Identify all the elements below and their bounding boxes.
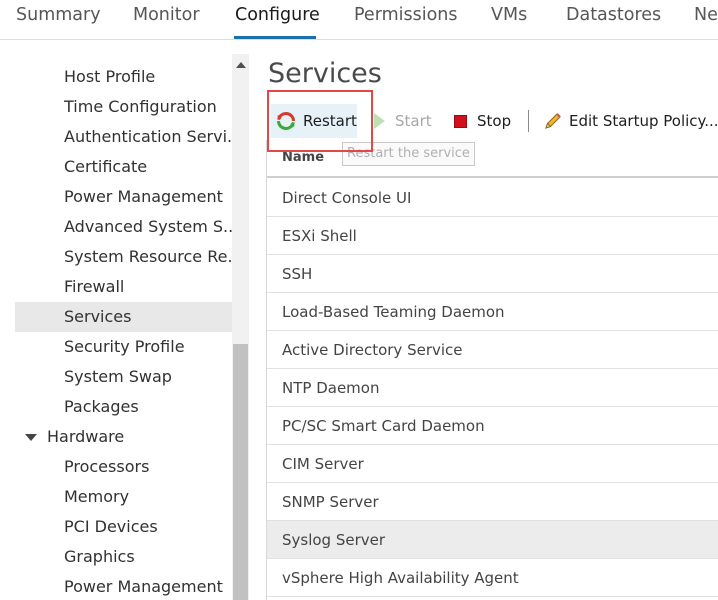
tab-summary[interactable]: Summary [16,5,101,25]
tab-configure[interactable]: Configure [235,5,320,25]
sidebar-item-label: Host Profile [64,67,156,86]
sidebar-item-label: Power Management [64,187,223,206]
scroll-up-arrow-icon[interactable] [236,62,246,68]
sidebar-item-label: Time Configuration [64,97,217,116]
start-button[interactable]: Start [374,104,432,138]
sidebar-item-processors[interactable]: Processors [15,452,232,482]
sidebar-item-authentication-services[interactable]: Authentication Servi... [15,122,232,152]
sidebar-item-label: System Swap [64,367,172,386]
sidebar-item-label: Power Management [64,577,223,596]
column-header-name[interactable]: Name [282,150,324,165]
table-row-selected[interactable]: Syslog Server [267,521,718,559]
sidebar-item-security-profile[interactable]: Security Profile [15,332,232,362]
sidebar-item-label: Firewall [64,277,125,296]
tab-networks[interactable]: Ne [694,5,718,25]
sidebar-item-firewall[interactable]: Firewall [15,272,232,302]
sidebar-item-label: Security Profile [64,337,185,356]
service-name: CIM Server [282,455,364,473]
sidebar-item-label: Advanced System S... [64,217,232,236]
sidebar-item-memory[interactable]: Memory [15,482,232,512]
sidebar-item-label: Certificate [64,157,148,176]
tab-datastores[interactable]: Datastores [566,5,661,25]
top-tab-bar: Summary Monitor Configure Permissions VM… [0,0,718,40]
service-name: ESXi Shell [282,227,357,245]
sidebar-item-label: Graphics [64,547,135,566]
sidebar-item-graphics[interactable]: Graphics [15,542,232,572]
sidebar-item-hardware-power-management[interactable]: Power Management [15,572,232,600]
sidebar-item-label: Services [64,307,132,326]
configure-sidebar: Host Profile Time Configuration Authenti… [15,54,249,600]
tab-vms[interactable]: VMs [491,5,527,25]
sidebar-group-label: Hardware [47,427,125,446]
sidebar-group-hardware[interactable]: Hardware [15,422,232,452]
active-tab-indicator [234,36,316,39]
table-row[interactable]: Active Directory Service [267,331,718,369]
sidebar-item-label: Packages [64,397,139,416]
caret-down-icon[interactable] [25,434,37,441]
sidebar-item-certificate[interactable]: Certificate [15,152,232,182]
sidebar-item-host-profile[interactable]: Host Profile [15,62,232,92]
sidebar-item-packages[interactable]: Packages [15,392,232,422]
table-row[interactable]: NTP Daemon [267,369,718,407]
service-name: SNMP Server [282,493,379,511]
tab-permissions[interactable]: Permissions [354,5,458,25]
stop-button[interactable]: Stop [454,104,511,138]
stop-label: Stop [477,112,512,130]
scrollbar-thumb[interactable] [233,344,248,600]
table-row[interactable]: Direct Console UI [267,179,718,217]
start-label: Start [395,112,432,130]
restart-highlight-annotation [267,90,373,152]
page-title: Services [268,58,382,89]
stop-icon [454,114,467,128]
table-row[interactable]: SSH [267,255,718,293]
sidebar-item-label: Processors [64,457,150,476]
pencil-icon [545,113,561,129]
sidebar-item-label: Memory [64,487,130,506]
sidebar-item-pci-devices[interactable]: PCI Devices [15,512,232,542]
sidebar-scrollbar[interactable] [232,54,249,600]
sidebar-item-time-configuration[interactable]: Time Configuration [15,92,232,122]
sidebar-item-label: Authentication Servi... [64,127,232,146]
edit-startup-policy-button[interactable]: Edit Startup Policy... [543,104,718,138]
sidebar-item-label: PCI Devices [64,517,158,536]
service-name: Syslog Server [282,531,386,549]
toolbar-divider [528,110,529,132]
table-row[interactable]: SNMP Server [267,483,718,521]
service-name: vSphere High Availability Agent [282,569,519,587]
sidebar-item-system-resource-reservation[interactable]: System Resource Re... [15,242,232,272]
service-name: Load-Based Teaming Daemon [282,303,505,321]
services-table: Name Restart the service Direct Console … [266,140,718,600]
service-name: PC/SC Smart Card Daemon [282,417,485,435]
table-row[interactable]: vSphere High Availability Agent [267,559,718,597]
play-icon [374,113,385,129]
sidebar-item-label: System Resource Re... [64,247,232,266]
sidebar-item-advanced-system-settings[interactable]: Advanced System S... [15,212,232,242]
tab-monitor[interactable]: Monitor [133,5,200,25]
table-row[interactable]: PC/SC Smart Card Daemon [267,407,718,445]
table-row[interactable]: Load-Based Teaming Daemon [267,293,718,331]
table-row[interactable]: CIM Server [267,445,718,483]
service-name: SSH [282,265,313,283]
sidebar-item-power-management[interactable]: Power Management [15,182,232,212]
service-name: Direct Console UI [282,189,412,207]
sidebar-item-system-swap[interactable]: System Swap [15,362,232,392]
service-name: NTP Daemon [282,379,380,397]
table-row[interactable]: ESXi Shell [267,217,718,255]
service-name: Active Directory Service [282,341,463,359]
sidebar-item-services[interactable]: Services [15,302,232,332]
edit-startup-policy-label: Edit Startup Policy... [569,112,718,130]
